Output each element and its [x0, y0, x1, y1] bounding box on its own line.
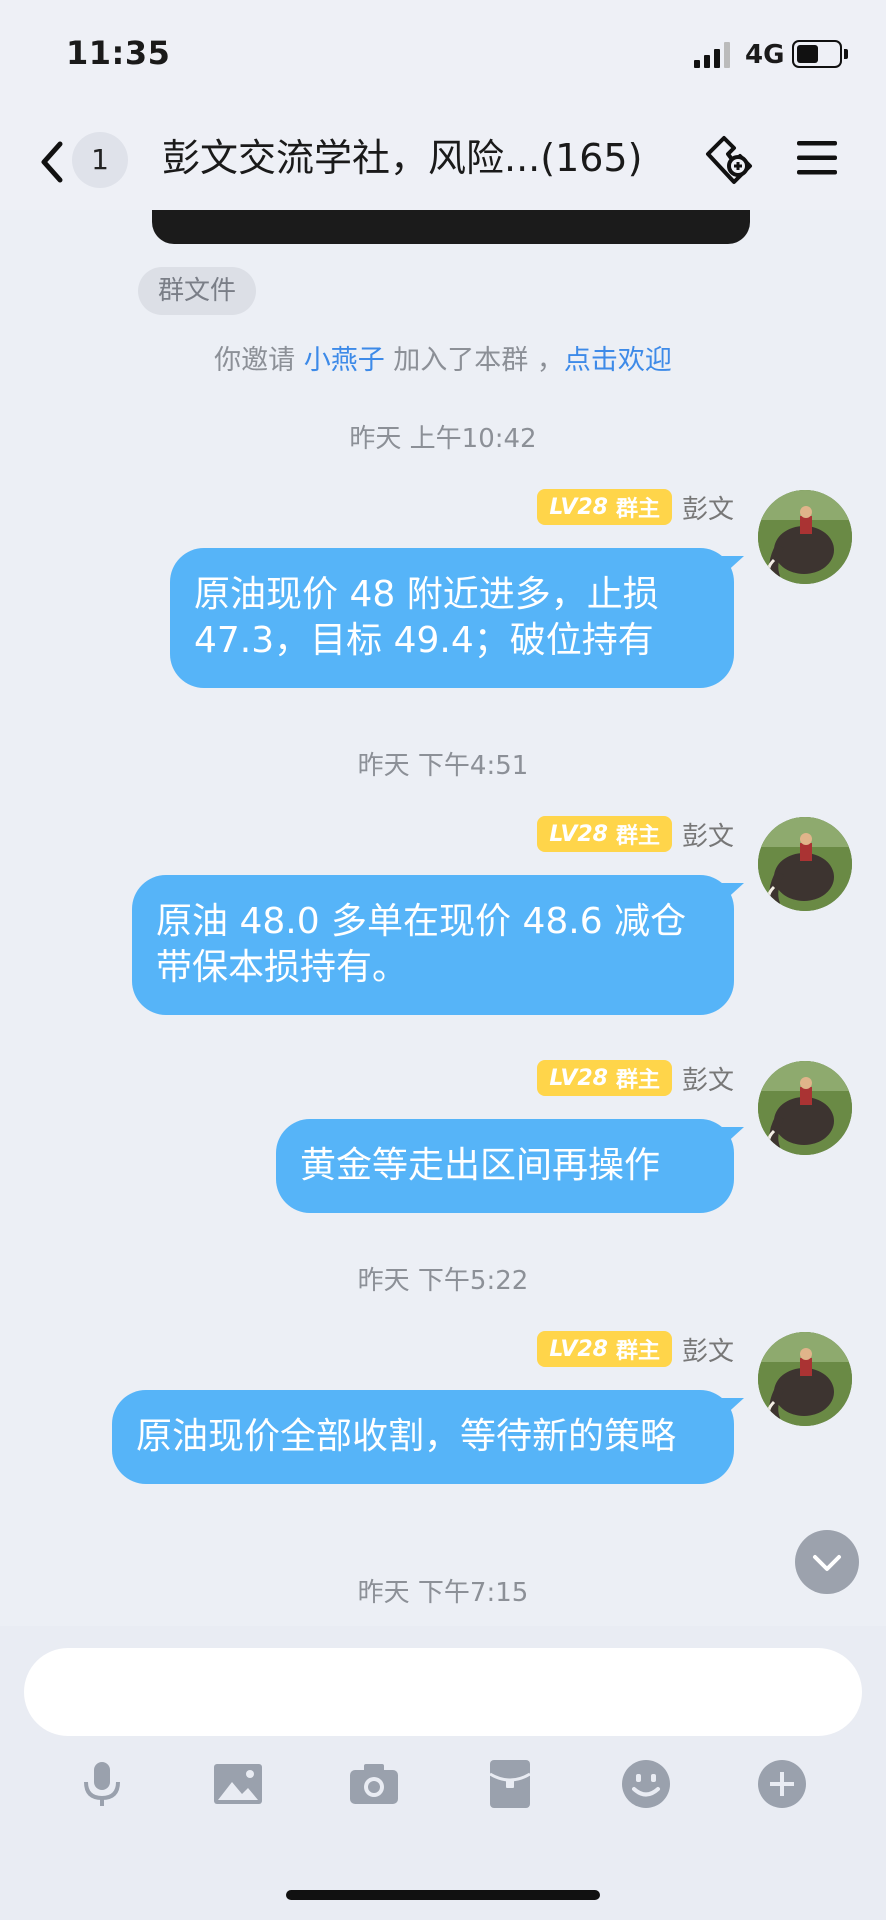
unread-count-badge[interactable]: 1	[72, 132, 128, 188]
status-bar: 11:35 4G	[0, 0, 886, 110]
level-badge: LV28 群主	[537, 1331, 672, 1367]
message-sender-row: LV28 群主 彭文	[537, 815, 734, 853]
level-badge: LV28 群主	[537, 489, 672, 525]
message-list[interactable]: 群文件 你邀请 小燕子 加入了本群 ，点击欢迎 昨天 上午10:42 LV28 群…	[0, 210, 886, 1626]
message-bubble[interactable]: 原油现价全部收割，等待新的策略	[112, 1390, 744, 1484]
elephant-avatar-icon	[758, 817, 852, 911]
elephant-avatar-icon	[758, 1061, 852, 1155]
message-sender-row: LV28 群主 彭文	[537, 1330, 734, 1368]
level-badge: LV28 群主	[537, 816, 672, 852]
elephant-avatar-icon	[758, 490, 852, 584]
network-type: 4G	[745, 40, 785, 70]
group-file-tag[interactable]: 群文件	[138, 267, 257, 315]
message-sender-row: LV28 群主 彭文	[537, 488, 734, 526]
invited-user-link[interactable]: 小燕子	[304, 345, 385, 376]
chat-title[interactable]: 彭文交流学社，风险...(165)	[162, 130, 682, 186]
message-timestamp: 昨天 下午5:22	[357, 1266, 529, 1296]
level-badge: LV28 群主	[537, 1060, 672, 1096]
sender-name[interactable]: 彭文	[682, 816, 734, 853]
group-call-icon[interactable]	[700, 128, 760, 188]
message-timestamp: 昨天 下午4:51	[357, 751, 529, 781]
emoji-icon[interactable]	[618, 1756, 674, 1812]
message-bubble[interactable]: 黄金等走出区间再操作	[276, 1119, 744, 1213]
chat-header: 1 彭文交流学社，风险...(165)	[0, 110, 886, 210]
status-time: 11:35	[66, 34, 171, 72]
battery-icon	[792, 40, 848, 68]
composer	[0, 1626, 886, 1920]
camera-icon[interactable]	[346, 1756, 402, 1812]
avatar[interactable]	[758, 490, 852, 584]
microphone-icon[interactable]	[74, 1756, 130, 1812]
previous-image-message[interactable]	[152, 210, 750, 244]
message-timestamp: 昨天 上午10:42	[349, 424, 537, 454]
signal-icon	[694, 42, 734, 68]
home-indicator	[286, 1890, 600, 1900]
message-sender-row: LV28 群主 彭文	[537, 1059, 734, 1097]
avatar[interactable]	[758, 1332, 852, 1426]
message-timestamp: 昨天 下午7:15	[357, 1578, 529, 1608]
message-input[interactable]	[24, 1648, 862, 1736]
image-icon[interactable]	[210, 1756, 266, 1812]
message-bubble[interactable]: 原油现价 48 附近进多，止损 47.3，目标 49.4；破位持有	[170, 548, 744, 688]
system-message-prefix: 你邀请	[214, 345, 304, 376]
message-bubble[interactable]: 原油 48.0 多单在现价 48.6 减仓带保本损持有。	[132, 875, 744, 1015]
elephant-avatar-icon	[758, 1332, 852, 1426]
menu-icon[interactable]	[795, 138, 839, 178]
sender-name[interactable]: 彭文	[682, 1060, 734, 1097]
avatar[interactable]	[758, 1061, 852, 1155]
avatar[interactable]	[758, 817, 852, 911]
system-message-middle: 加入了本群 ，	[384, 345, 564, 376]
sender-name[interactable]: 彭文	[682, 1331, 734, 1368]
welcome-link[interactable]: 点击欢迎	[564, 345, 672, 376]
sender-name[interactable]: 彭文	[682, 489, 734, 526]
chevron-down-icon	[813, 1555, 841, 1571]
plus-icon[interactable]	[754, 1756, 810, 1812]
scroll-to-bottom-button[interactable]	[795, 1530, 859, 1594]
red-packet-icon[interactable]	[482, 1756, 538, 1812]
system-message: 你邀请 小燕子 加入了本群 ，点击欢迎	[0, 338, 886, 377]
